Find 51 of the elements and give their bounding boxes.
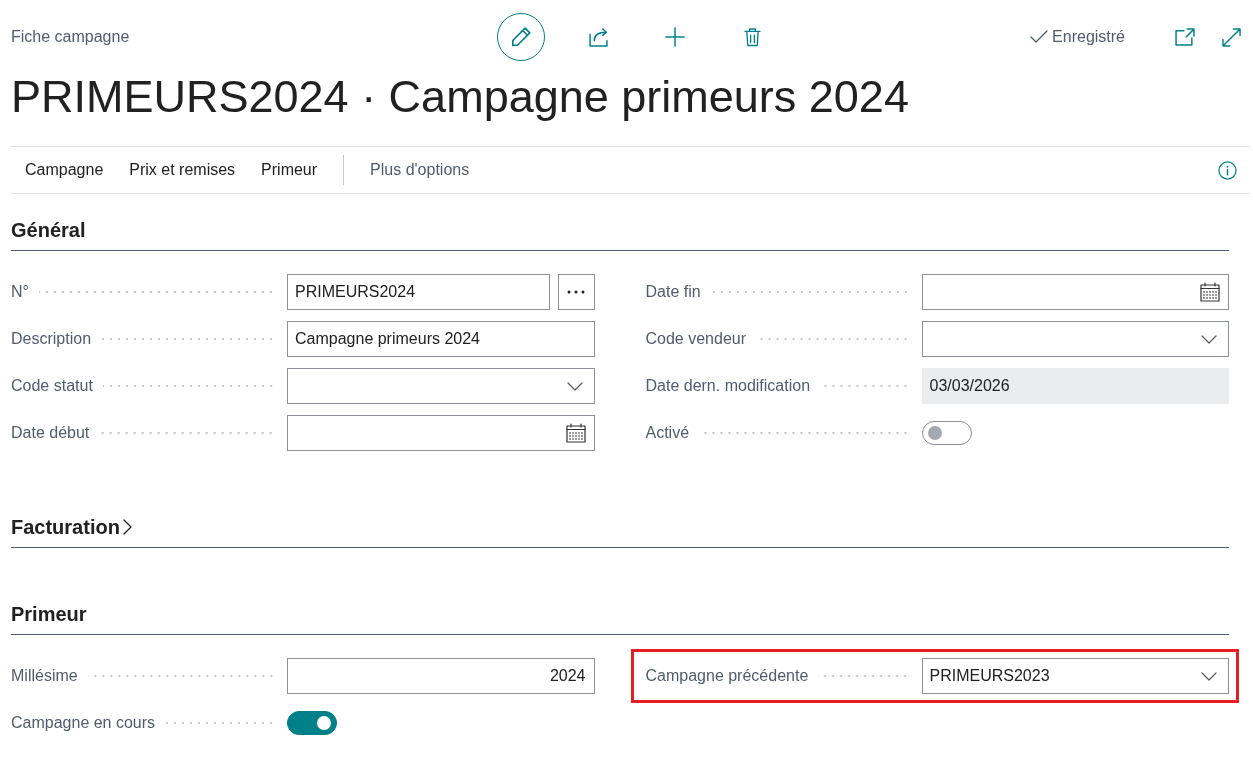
toggle-switch[interactable]	[921, 421, 972, 445]
toggle-switch[interactable]	[287, 711, 337, 735]
chevron-down-icon	[1201, 334, 1217, 344]
check-icon	[1030, 30, 1049, 44]
pencil-icon	[511, 27, 531, 47]
field-label: Activé	[645, 423, 690, 443]
dropdown-field[interactable]	[287, 368, 595, 404]
action-menu-button[interactable]: Campagne	[12, 153, 117, 187]
dropdown-field[interactable]: PRIMEURS2023	[921, 658, 1229, 694]
expand-icon	[1222, 27, 1241, 47]
more-options-button[interactable]: Plus d'options	[357, 153, 483, 187]
field-label: Code statut	[11, 376, 93, 396]
field-label: Date fin	[645, 282, 701, 302]
field-label: Date dern. modification	[645, 376, 811, 396]
saved-status: Enregistré	[1052, 28, 1125, 46]
number-field[interactable]: 2024	[287, 658, 595, 694]
assist-edit-button[interactable]	[557, 274, 595, 310]
trash-icon	[743, 27, 761, 47]
info-button[interactable]	[1218, 160, 1237, 180]
section-header[interactable]: Général	[11, 218, 86, 242]
field-label: Description	[11, 329, 92, 349]
field-label: Code vendeur	[645, 329, 746, 349]
page-caption: Fiche campagne	[11, 28, 130, 46]
plus-icon	[665, 27, 685, 47]
action-menu-button[interactable]: Prix et remises	[116, 153, 249, 187]
share-icon	[587, 27, 609, 47]
section-header[interactable]: Primeur	[11, 602, 87, 626]
calendar-icon	[1200, 282, 1220, 302]
date-field[interactable]	[287, 415, 595, 451]
section-header[interactable]: Facturation	[11, 515, 132, 539]
chevron-down-icon	[566, 381, 583, 391]
readonly-field: 03/03/2026	[921, 368, 1229, 404]
field-label: Date début	[11, 423, 90, 443]
field-label: N°	[11, 282, 29, 302]
chevron-right-icon	[122, 519, 132, 535]
page-title: PRIMEURS2024 · Campagne primeurs 2024	[11, 70, 910, 124]
calendar-icon	[565, 423, 586, 443]
expand-button[interactable]	[1222, 27, 1241, 47]
dropdown-field[interactable]	[921, 321, 1229, 357]
action-menu-button[interactable]: Primeur	[248, 153, 331, 187]
field-label: Campagne précédente	[645, 666, 809, 686]
open-new-window-button[interactable]	[1175, 28, 1195, 46]
date-field[interactable]	[921, 274, 1229, 310]
field-label: Millésime	[11, 666, 78, 686]
info-icon	[1218, 160, 1237, 180]
field-label: Campagne en cours	[11, 713, 156, 733]
text-field[interactable]: Campagne primeurs 2024	[287, 321, 595, 357]
ellipsis-icon	[567, 290, 585, 294]
text-field[interactable]: PRIMEURS2024	[287, 274, 550, 310]
box-arrow-icon	[1175, 28, 1195, 46]
chevron-down-icon	[1201, 671, 1217, 681]
